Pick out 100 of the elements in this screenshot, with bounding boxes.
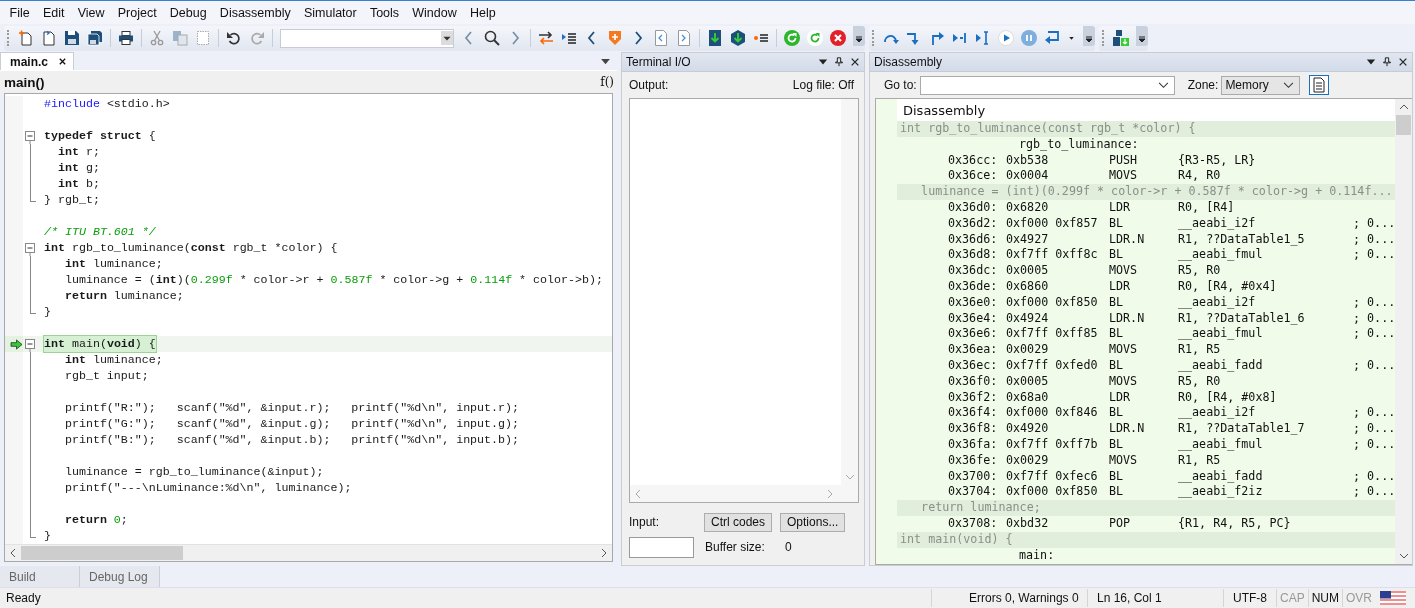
mnemonic: LDR.N xyxy=(1109,310,1146,327)
pin-icon[interactable] xyxy=(834,57,844,67)
page-right-icon[interactable] xyxy=(676,30,692,46)
combo-field[interactable] xyxy=(280,28,454,48)
panel-tab[interactable]: Debug Log xyxy=(80,566,160,587)
save-all-icon[interactable] xyxy=(87,30,103,46)
machine-code: 0xf7ff 0xfec6 xyxy=(1006,468,1099,485)
chevron-down-icon[interactable] xyxy=(1398,552,1409,560)
chevron-left-icon[interactable] xyxy=(9,548,17,558)
stop-icon[interactable] xyxy=(830,30,846,46)
overflow-icon[interactable] xyxy=(853,25,865,46)
file-icon[interactable] xyxy=(41,30,57,46)
code-line: } rgb_t; xyxy=(44,192,100,208)
function-list-button[interactable]: f() xyxy=(600,75,614,89)
swap-arrows-icon[interactable] xyxy=(538,30,554,46)
overflow-icon[interactable] xyxy=(1136,25,1148,46)
menu-item[interactable]: Window xyxy=(405,5,464,20)
menu-item[interactable]: Help xyxy=(463,5,503,20)
input-field[interactable] xyxy=(629,536,694,558)
refresh-icon[interactable] xyxy=(784,30,800,46)
new-file-icon[interactable] xyxy=(18,30,34,46)
operands: __aeabi_fmul xyxy=(1178,247,1264,264)
menu-item[interactable]: Disassembly xyxy=(213,5,298,20)
download-icon[interactable] xyxy=(707,30,723,46)
scrollbar-thumb[interactable] xyxy=(1396,115,1412,135)
code-line: luminance = rgb_to_luminance(&input); xyxy=(63,464,324,480)
horizontal-scrollbar[interactable] xyxy=(5,544,612,561)
save-icon[interactable] xyxy=(64,30,80,46)
code-label: main: xyxy=(1019,547,1055,564)
code-line: int b; xyxy=(56,176,100,192)
search-icon[interactable] xyxy=(484,30,500,46)
caret-icon[interactable] xyxy=(600,58,611,65)
fold-toggle-icon[interactable] xyxy=(25,336,36,352)
close-icon[interactable] xyxy=(1398,57,1409,67)
menu-item[interactable]: View xyxy=(71,5,112,20)
return-icon[interactable] xyxy=(1044,30,1060,46)
mnemonic: LDR xyxy=(1109,389,1132,406)
comment: ; 0... xyxy=(1353,247,1396,264)
dialog-button[interactable]: Options... xyxy=(780,512,846,532)
menu-item[interactable]: Project xyxy=(111,5,164,20)
gutter-cell[interactable] xyxy=(5,336,23,352)
menu-item[interactable]: File xyxy=(3,5,37,20)
flag-icon xyxy=(1380,591,1407,605)
go-to-field[interactable] xyxy=(919,75,1175,95)
menu-item[interactable]: Tools xyxy=(363,5,406,20)
play-icon[interactable] xyxy=(998,30,1014,46)
pause-icon[interactable] xyxy=(1021,30,1037,46)
paste-icon[interactable] xyxy=(195,30,211,46)
page-left-icon[interactable] xyxy=(653,30,669,46)
gutter-cell[interactable] xyxy=(5,352,23,368)
menu-item[interactable]: Simulator xyxy=(297,5,364,20)
comment: ; 0... xyxy=(1353,357,1396,374)
gutter-cell[interactable] xyxy=(5,528,23,544)
document-icon[interactable] xyxy=(1309,75,1330,95)
caret-icon[interactable] xyxy=(1366,57,1377,67)
file-tab[interactable]: main.c xyxy=(0,52,74,70)
address: 0x36d0: xyxy=(948,200,999,216)
machine-code: 0xf7ff 0xff7b xyxy=(1006,436,1099,453)
fold-toggle-icon[interactable] xyxy=(25,240,36,256)
address: 0x36d8: xyxy=(948,247,999,264)
step-out-icon[interactable] xyxy=(929,30,945,46)
blocks-icon[interactable] xyxy=(1113,30,1129,46)
download-icon[interactable] xyxy=(730,30,746,46)
run-to-cursor-icon[interactable] xyxy=(975,30,991,46)
code-editor[interactable] xyxy=(4,93,613,562)
zone-select[interactable]: Memory xyxy=(1221,75,1301,95)
close-icon[interactable] xyxy=(58,57,67,66)
caret-icon[interactable] xyxy=(818,57,828,67)
output-label: Output: xyxy=(629,78,669,92)
scissors-icon[interactable] xyxy=(149,30,165,46)
menu-item[interactable]: Debug xyxy=(163,5,214,20)
gutter-cell[interactable] xyxy=(5,320,23,336)
overflow-icon[interactable] xyxy=(1083,25,1095,46)
pin-icon[interactable] xyxy=(1382,57,1393,67)
vertical-scrollbar[interactable] xyxy=(1395,99,1413,564)
dialog-button[interactable]: Ctrl codes xyxy=(704,512,773,532)
gutter-cell[interactable] xyxy=(5,96,23,112)
code-line: int r; xyxy=(56,144,100,160)
next-statement-icon[interactable] xyxy=(952,30,968,46)
error-count: Errors 0, Warnings 0 xyxy=(931,589,1087,607)
redo-icon[interactable] xyxy=(249,30,265,46)
panel-tab[interactable]: Build xyxy=(0,566,80,587)
operands: __aeabi_i2f xyxy=(1178,405,1257,422)
input-label: Input: xyxy=(629,515,661,529)
chevron-right-icon[interactable] xyxy=(600,548,608,558)
refresh-icon[interactable] xyxy=(807,30,823,46)
mnemonic: LDR xyxy=(1109,278,1132,295)
fold-toggle-icon[interactable] xyxy=(25,128,36,144)
listing-heading: Disassembly xyxy=(903,102,986,118)
close-icon[interactable] xyxy=(850,57,860,67)
menu-item[interactable]: Edit xyxy=(36,5,72,20)
address: 0x36e4: xyxy=(948,310,999,327)
bookmark-plus-icon[interactable] xyxy=(607,30,623,46)
chevron-down-icon xyxy=(1283,81,1295,89)
print-icon[interactable] xyxy=(118,30,134,46)
chevron-up-icon[interactable] xyxy=(1398,103,1409,111)
undo-icon[interactable] xyxy=(226,30,242,46)
indent-list-icon[interactable] xyxy=(561,30,577,46)
mnemonic: BL xyxy=(1109,215,1125,232)
copy-icon[interactable] xyxy=(172,30,188,46)
